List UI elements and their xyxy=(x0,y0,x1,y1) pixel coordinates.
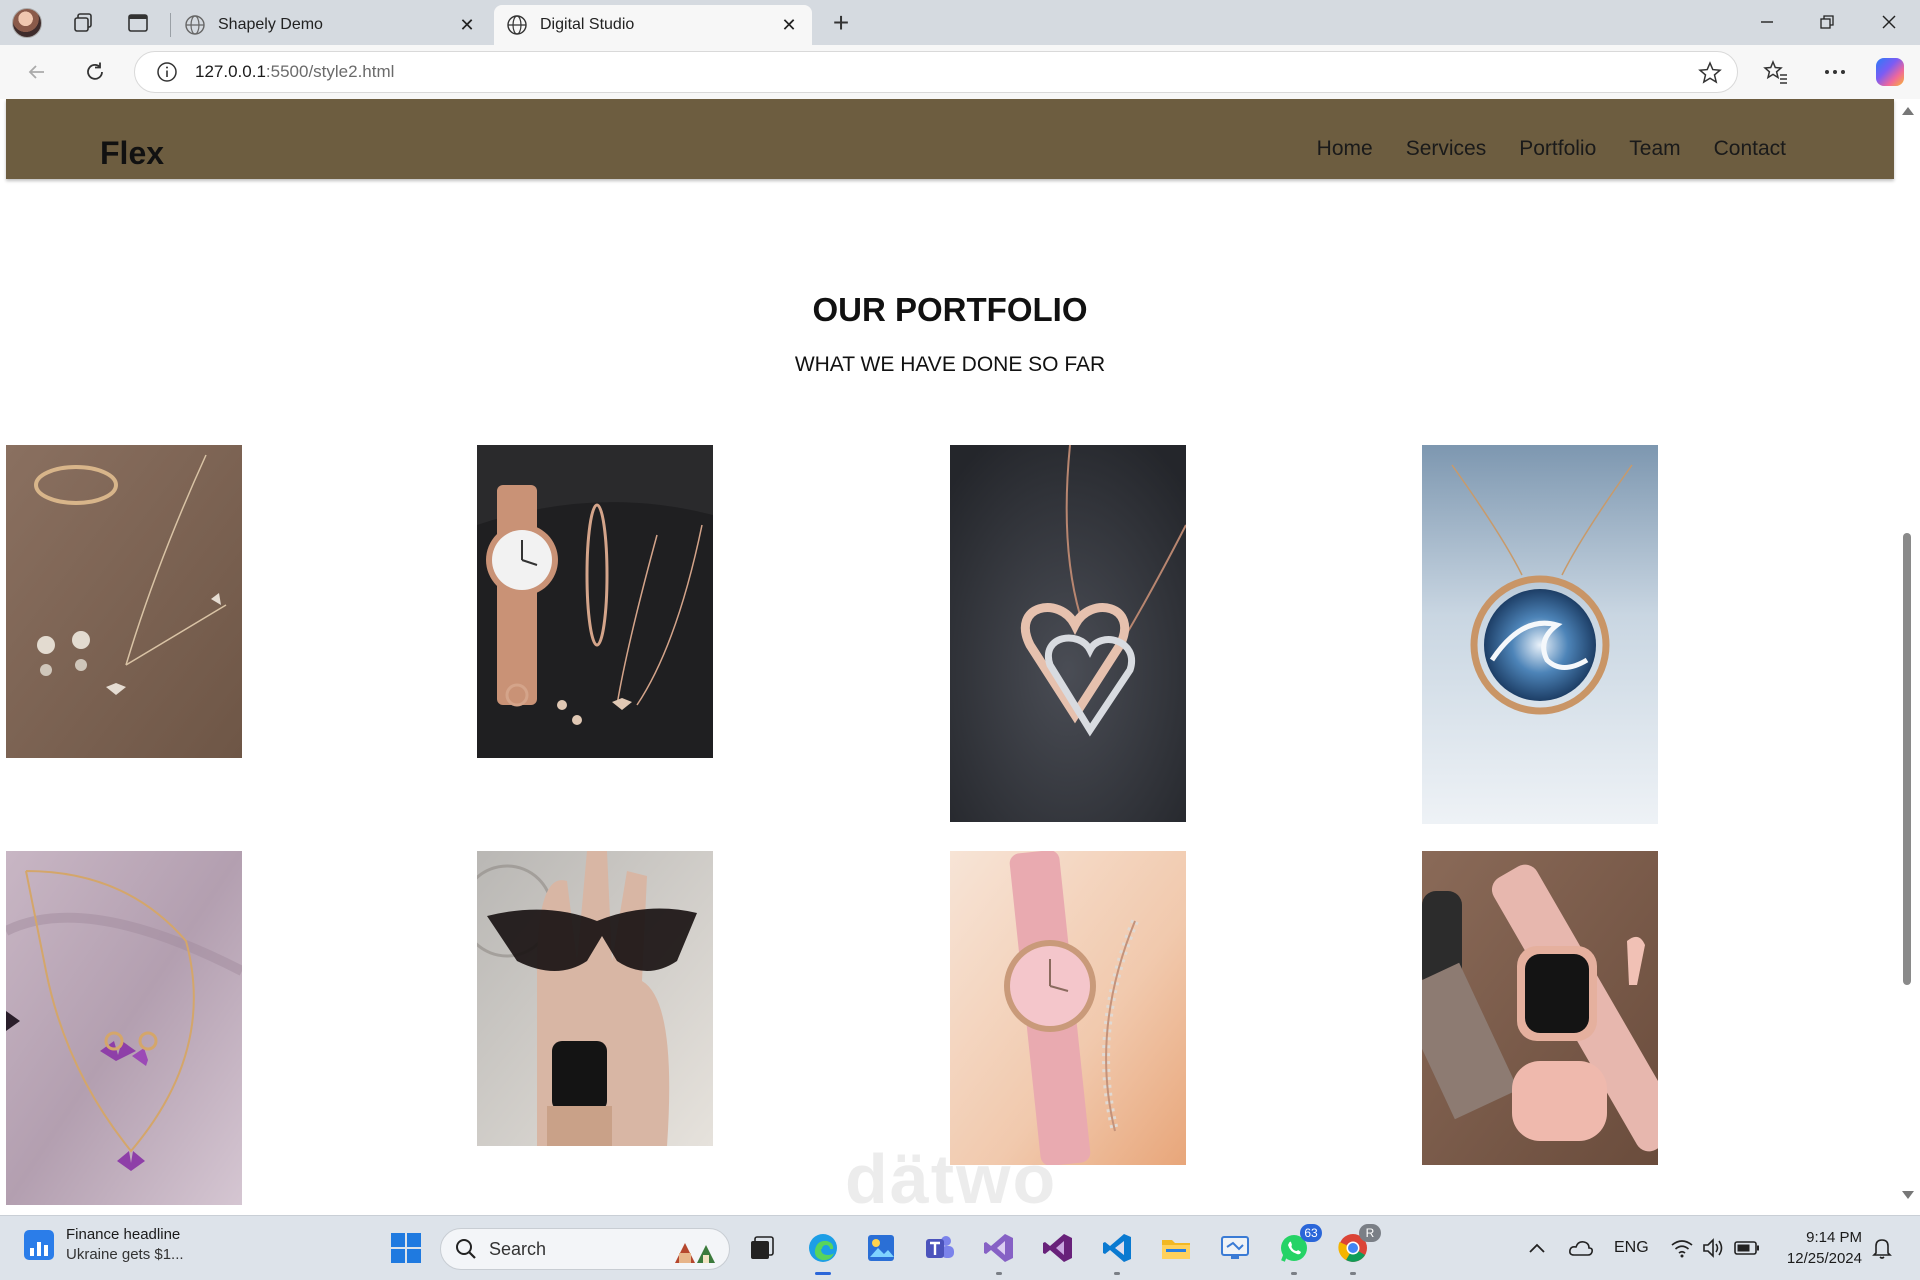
news-widget[interactable]: Finance headline Ukraine gets $1... xyxy=(24,1226,184,1263)
address-bar[interactable]: 127.0.0.1:5500/style2.html xyxy=(134,51,1738,93)
file-explorer-icon[interactable] xyxy=(1156,1228,1196,1268)
tab-shapely-demo[interactable]: Shapely Demo ✕ xyxy=(172,5,490,45)
clock-time: 9:14 PM xyxy=(1806,1229,1862,1246)
nav-portfolio[interactable]: Portfolio xyxy=(1519,137,1596,161)
portfolio-image-6[interactable] xyxy=(477,851,713,1146)
vscode-icon[interactable] xyxy=(1097,1228,1137,1275)
battery-icon[interactable] xyxy=(1734,1228,1760,1268)
visual-studio-2-icon[interactable] xyxy=(1038,1228,1078,1268)
snipping-tool-icon[interactable] xyxy=(861,1228,901,1268)
windows-taskbar: Finance headline Ukraine gets $1... Sear… xyxy=(0,1215,1920,1280)
search-label: Search xyxy=(489,1238,547,1259)
browser-tab-strip: Shapely Demo ✕ Digital Studio ✕ + xyxy=(0,0,1920,45)
page-scrollbar[interactable] xyxy=(1900,107,1914,1207)
back-arrow-icon[interactable] xyxy=(20,55,54,89)
globe-icon xyxy=(185,15,205,35)
search-icon xyxy=(456,1239,476,1259)
news-widget-icon xyxy=(24,1229,54,1260)
watermark: dätwo xyxy=(845,1140,1058,1215)
whatsapp-badge: 63 xyxy=(1300,1224,1322,1242)
site-nav: Home Services Portfolio Team Contact xyxy=(1317,137,1786,161)
nav-services[interactable]: Services xyxy=(1406,137,1487,161)
start-windows-icon[interactable] xyxy=(386,1228,426,1268)
restore-button[interactable] xyxy=(1804,6,1850,38)
close-window-button[interactable] xyxy=(1866,6,1912,38)
page-viewport: Flex Home Services Portfolio Team Contac… xyxy=(0,99,1920,1215)
portfolio-image-2[interactable] xyxy=(477,445,713,758)
scrollbar-thumb[interactable] xyxy=(1903,533,1911,985)
chrome-icon[interactable]: R xyxy=(1333,1224,1381,1275)
nav-team[interactable]: Team xyxy=(1629,137,1680,161)
wifi-icon[interactable] xyxy=(1670,1228,1694,1268)
portfolio-image-5[interactable] xyxy=(6,851,242,1205)
more-options-icon[interactable] xyxy=(1820,57,1850,87)
portfolio-image-1[interactable] xyxy=(6,445,242,758)
nav-contact[interactable]: Contact xyxy=(1714,137,1786,161)
task-view-icon[interactable] xyxy=(742,1228,782,1268)
site-info-icon[interactable] xyxy=(155,60,179,84)
remote-desktop-icon[interactable] xyxy=(1215,1228,1255,1268)
portfolio-image-7[interactable] xyxy=(950,851,1186,1165)
portfolio-image-4[interactable] xyxy=(1422,445,1658,824)
url-text: 127.0.0.1:5500/style2.html xyxy=(195,62,395,81)
taskbar-search[interactable]: Search xyxy=(440,1228,730,1270)
new-tab-button[interactable]: + xyxy=(826,7,856,38)
close-tab-icon[interactable]: ✕ xyxy=(456,14,478,36)
whatsapp-icon[interactable]: 63 xyxy=(1274,1224,1322,1275)
globe-icon xyxy=(507,15,527,35)
chrome-profile-badge: R xyxy=(1359,1224,1381,1242)
tab-title: Shapely Demo xyxy=(218,16,323,33)
visual-studio-icon[interactable] xyxy=(979,1228,1019,1275)
tab-title: Digital Studio xyxy=(540,16,635,33)
vertical-tabs-icon[interactable] xyxy=(121,6,155,40)
news-title: Finance headline xyxy=(66,1226,181,1243)
close-tab-icon[interactable]: ✕ xyxy=(778,14,800,36)
site-header: Flex Home Services Portfolio Team Contac… xyxy=(6,99,1894,179)
favorite-star-icon[interactable] xyxy=(1697,60,1723,86)
language-indicator[interactable]: ENG xyxy=(1614,1228,1649,1268)
site-logo[interactable]: Flex xyxy=(100,135,164,172)
nav-home[interactable]: Home xyxy=(1317,137,1373,161)
search-highlight-icon xyxy=(675,1243,715,1263)
favorites-icon[interactable] xyxy=(1761,57,1791,87)
minimize-button[interactable] xyxy=(1744,6,1790,38)
notification-bell-icon[interactable] xyxy=(1872,1228,1892,1268)
portfolio-title: OUR PORTFOLIO xyxy=(812,291,1088,328)
scroll-up-arrow-icon[interactable] xyxy=(1902,107,1914,115)
copilot-icon[interactable] xyxy=(1875,57,1905,87)
portfolio-subtitle: WHAT WE HAVE DONE SO FAR xyxy=(794,353,1106,376)
clock-date: 12/25/2024 xyxy=(1786,1250,1862,1267)
scroll-down-arrow-icon[interactable] xyxy=(1902,1191,1914,1199)
portfolio-image-3[interactable] xyxy=(950,445,1186,822)
onedrive-cloud-icon[interactable] xyxy=(1568,1228,1594,1268)
refresh-icon[interactable] xyxy=(78,55,112,89)
tab-digital-studio[interactable]: Digital Studio ✕ xyxy=(494,5,812,45)
workspaces-icon[interactable] xyxy=(66,6,100,40)
portfolio-image-8[interactable] xyxy=(1422,851,1658,1165)
teams-icon[interactable] xyxy=(920,1228,960,1268)
show-hidden-icons-chevron-icon[interactable] xyxy=(1528,1228,1546,1268)
tab-separator xyxy=(170,13,171,37)
volume-icon[interactable] xyxy=(1702,1228,1726,1268)
edge-browser-icon[interactable] xyxy=(803,1228,843,1275)
browser-toolbar: 127.0.0.1:5500/style2.html xyxy=(0,45,1920,99)
system-clock[interactable]: 9:14 PM 12/25/2024 xyxy=(1787,1227,1862,1269)
news-text: Ukraine gets $1... xyxy=(66,1246,184,1263)
profile-avatar[interactable] xyxy=(10,6,44,40)
